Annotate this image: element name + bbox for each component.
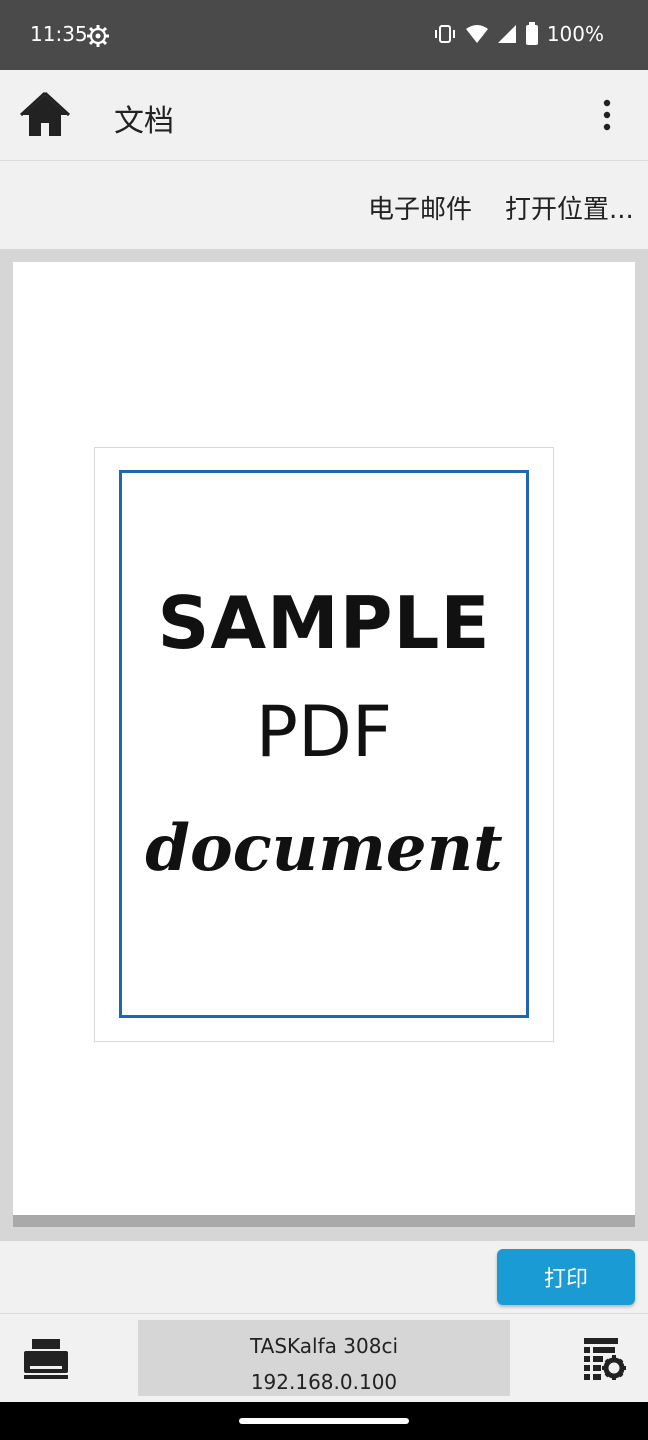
settings-gear-icon <box>87 25 109 47</box>
battery-percent: 100% <box>546 22 604 46</box>
signal-icon <box>497 25 516 43</box>
bottom-bar: TASKalfa 308ci 192.168.0.100 <box>0 1314 648 1402</box>
wifi-icon <box>465 25 488 43</box>
status-icons: 100% <box>433 22 604 46</box>
page-title: 文档 <box>114 104 174 139</box>
app-bar: 文档 <box>0 70 648 161</box>
printer-name: TASKalfa 308ci <box>250 1334 398 1358</box>
status-bar: 11:35 100% <box>0 0 648 70</box>
status-time: 11:35 <box>30 22 88 46</box>
print-button[interactable]: 打印 <box>497 1249 635 1305</box>
system-nav-bar <box>0 1402 648 1440</box>
preview-scrollbar[interactable] <box>13 1215 635 1227</box>
home-gesture-handle[interactable] <box>239 1418 409 1424</box>
selected-printer[interactable]: TASKalfa 308ci 192.168.0.100 <box>138 1320 510 1396</box>
print-settings-icon[interactable] <box>584 1338 626 1380</box>
vibrate-icon <box>434 25 455 43</box>
preview-page: SAMPLE PDF document <box>13 262 635 1215</box>
document-sheet: SAMPLE PDF document <box>94 447 554 1042</box>
print-row: 打印 <box>0 1241 648 1314</box>
email-button[interactable]: 电子邮件 <box>368 189 472 226</box>
printer-ip: 192.168.0.100 <box>250 1370 398 1394</box>
action-row: 电子邮件 打开位置... <box>0 161 648 249</box>
document-title-line1: SAMPLE <box>157 581 491 665</box>
document-title-line3: document <box>145 811 503 886</box>
battery-icon <box>525 22 538 45</box>
home-icon[interactable] <box>20 92 70 138</box>
document-frame: SAMPLE PDF document <box>119 470 529 1018</box>
document-preview[interactable]: SAMPLE PDF document <box>0 249 648 1241</box>
document-title-line2: PDF <box>255 691 393 773</box>
printer-icon[interactable] <box>24 1339 68 1379</box>
open-location-button[interactable]: 打开位置... <box>505 189 634 226</box>
more-options-icon[interactable] <box>596 98 618 132</box>
